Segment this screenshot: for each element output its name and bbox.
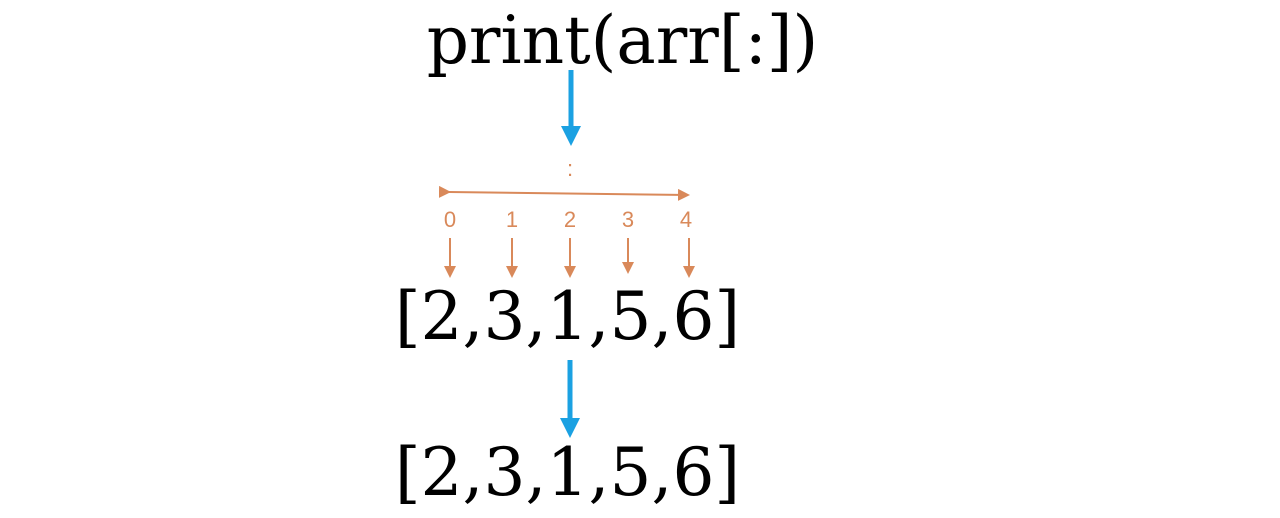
arrows-layer [438, 70, 695, 438]
slice-range-arrow [438, 185, 690, 201]
